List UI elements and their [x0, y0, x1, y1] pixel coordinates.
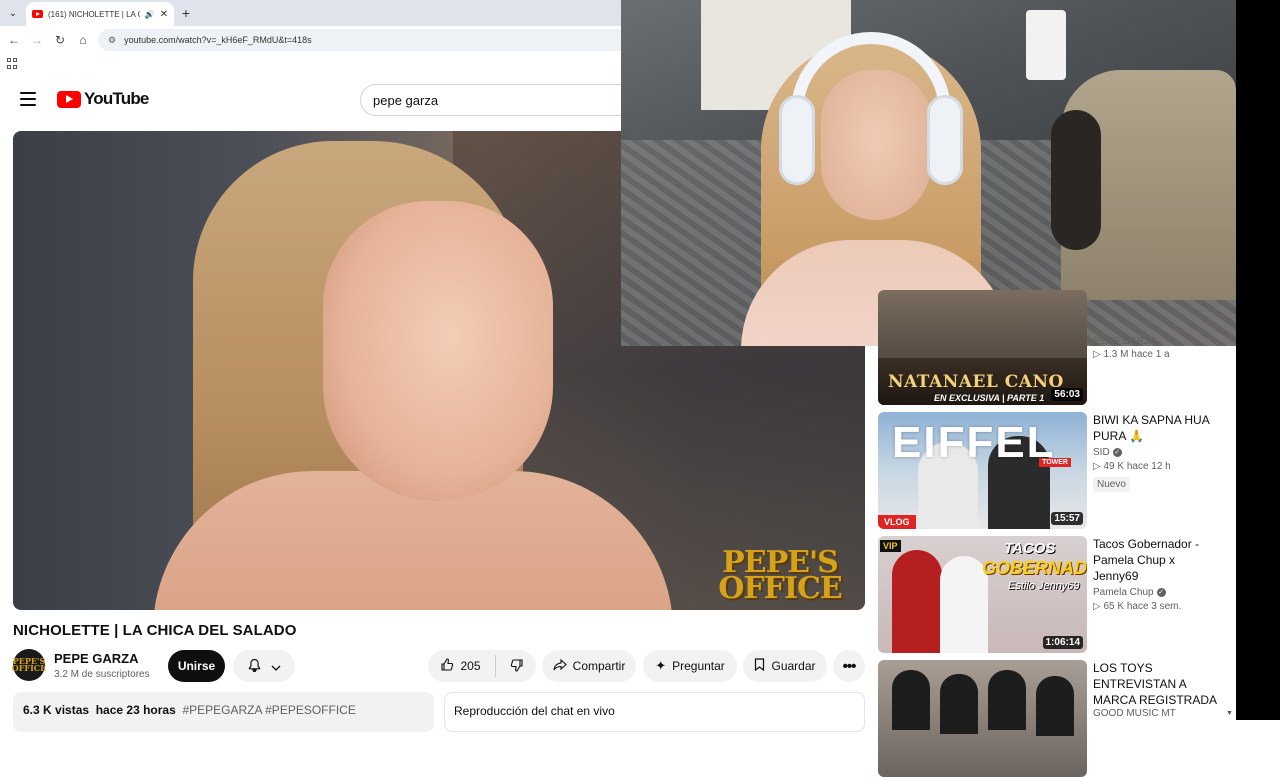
recommendation-title[interactable]: LOS TOYS ENTREVISTAN A MARCA REGISTRADA: [1093, 660, 1223, 708]
recommendation-info: BIWI KA SAPNA HUA PURA 🙏 SID ✓ ▷ 49 K hac…: [1093, 412, 1223, 492]
description-box[interactable]: 6.3 K vistas hace 23 horas #PEPEGARZA #P…: [13, 692, 434, 732]
tab-list-icon[interactable]: ⌄: [4, 4, 22, 22]
recommendation-info: Tacos Gobernador - Pamela Chup x Jenny69…: [1093, 536, 1223, 612]
recommendation-channel[interactable]: PEPE GARZA: [1093, 336, 1157, 346]
chevron-down-icon: [271, 659, 281, 674]
join-button[interactable]: Unirse: [168, 650, 225, 682]
search-input[interactable]: [373, 92, 613, 108]
notifications-button[interactable]: [233, 650, 295, 682]
site-settings-icon[interactable]: ⚙: [108, 35, 116, 46]
reload-icon[interactable]: ↻: [52, 32, 68, 48]
recommendation-info: LOS TOYS ENTREVISTAN A MARCA REGISTRADA …: [1093, 660, 1223, 719]
thumbnail-text: EIFFEL: [892, 418, 1056, 467]
subscriber-count: 3.2 M de suscriptores: [54, 669, 150, 680]
chat-replay-box[interactable]: Reproducción del chat en vivo: [444, 692, 865, 732]
recommendation-channel[interactable]: SID: [1093, 447, 1110, 458]
thumbnail-subtext: Estilo Jenny69: [1008, 580, 1080, 592]
youtube-logo[interactable]: YouTube: [57, 89, 149, 109]
recommendation-title[interactable]: Tacos Gobernador - Pamela Chup x Jenny69: [1093, 536, 1223, 584]
recommendation-info: PEPE GARZA ▷ 1.3 M hace 1 a: [1093, 336, 1223, 360]
bookmark-icon: [754, 658, 765, 674]
vlog-badge: VLOG: [878, 515, 916, 529]
video-subject: [153, 141, 673, 610]
recommendation-channel[interactable]: Pamela Chup: [1093, 587, 1154, 598]
ask-label: Preguntar: [672, 659, 725, 673]
close-tab-icon[interactable]: ✕: [160, 9, 168, 20]
thumbs-up-icon[interactable]: [440, 657, 454, 675]
new-tab-button[interactable]: +: [178, 4, 194, 22]
video-title: NICHOLETTE | LA CHICA DEL SALADO: [13, 622, 297, 639]
video-watermark: PEPE'S OFFICE: [718, 545, 843, 606]
recommendation-stats: ▷ 1.3 M hace 1 a: [1093, 349, 1170, 360]
recommendation-channel[interactable]: GOOD MUSIC MT: [1093, 708, 1176, 719]
scroll-down-icon[interactable]: ▼: [1226, 710, 1233, 717]
like-count[interactable]: 205: [460, 659, 480, 673]
thumbnail-text: TACOS: [1004, 540, 1056, 557]
duration-badge: 15:57: [1051, 512, 1083, 525]
ask-button[interactable]: ✦ Preguntar: [643, 650, 737, 682]
share-icon: [553, 658, 567, 674]
browser-tab[interactable]: (161) NICHOLETTE | LA CHI 🔊 ✕: [26, 2, 174, 26]
youtube-wordmark: YouTube: [84, 89, 149, 108]
url-text: youtube.com/watch?v=_kH6eF_RMdU&t=418s: [124, 35, 312, 45]
recommendation-thumbnail[interactable]: NATANAEL CANO EN EXCLUSIVA | PARTE 1 56:…: [878, 290, 1087, 405]
bell-icon: [248, 658, 261, 675]
duration-badge: 56:03: [1051, 388, 1083, 401]
share-button[interactable]: Compartir: [542, 650, 636, 682]
channel-name[interactable]: PEPE GARZA: [54, 651, 139, 666]
save-button[interactable]: Guardar: [743, 650, 827, 682]
sound-icon[interactable]: 🔊: [145, 10, 155, 19]
channel-avatar[interactable]: PEPE'S OFFICE: [12, 649, 46, 681]
menu-icon[interactable]: [20, 92, 36, 106]
verified-icon: ✓: [1156, 588, 1166, 597]
thumbnail-text: GOBERNADOR: [982, 558, 1087, 578]
home-icon[interactable]: ⌂: [75, 32, 91, 48]
sparkle-icon: ✦: [655, 658, 667, 673]
back-icon[interactable]: ←: [6, 32, 22, 48]
thumbnail-tag: TOWER: [1039, 458, 1071, 467]
recommendation-stats: ▷ 49 K hace 12 h: [1093, 461, 1171, 472]
more-actions-button[interactable]: •••: [833, 650, 865, 682]
share-label: Compartir: [572, 659, 626, 673]
vip-badge: VIP: [880, 540, 901, 552]
duration-badge: 1:06:14: [1042, 636, 1083, 649]
like-dislike-group: 205: [428, 650, 536, 682]
youtube-play-icon: [57, 90, 81, 108]
right-black-border: [1236, 0, 1280, 720]
thumbs-down-icon[interactable]: [510, 658, 524, 675]
view-count: 6.3 K vistas: [23, 703, 90, 717]
youtube-favicon-icon: [32, 10, 43, 18]
hashtags[interactable]: #PEPEGARZA #PEPESOFFICE: [182, 703, 355, 717]
recommendation-thumbnail[interactable]: [878, 660, 1087, 777]
new-badge: Nuevo: [1093, 477, 1130, 492]
verified-icon: ✓: [1112, 448, 1122, 457]
thumbnail-text: NATANAEL CANO: [888, 372, 1064, 392]
more-icon: •••: [842, 657, 857, 675]
recommendation-title[interactable]: BIWI KA SAPNA HUA PURA 🙏: [1093, 412, 1223, 444]
apps-icon[interactable]: [7, 58, 18, 69]
thumbnail-subtext: EN EXCLUSIVA | PARTE 1: [934, 393, 1045, 403]
save-label: Guardar: [771, 659, 816, 673]
recommendation-thumbnail[interactable]: VIP TACOS GOBERNADOR Estilo Jenny69 1:06…: [878, 536, 1087, 653]
tab-title: (161) NICHOLETTE | LA CHI: [48, 9, 140, 19]
chat-replay-label: Reproducción del chat en vivo: [454, 704, 615, 718]
forward-icon[interactable]: →: [29, 32, 45, 48]
recommendation-stats: ▷ 65 K hace 3 sem.: [1093, 601, 1182, 612]
recommendation-thumbnail[interactable]: EIFFEL TOWER VLOG 15:57: [878, 412, 1087, 529]
upload-age: hace 23 horas: [95, 703, 176, 717]
